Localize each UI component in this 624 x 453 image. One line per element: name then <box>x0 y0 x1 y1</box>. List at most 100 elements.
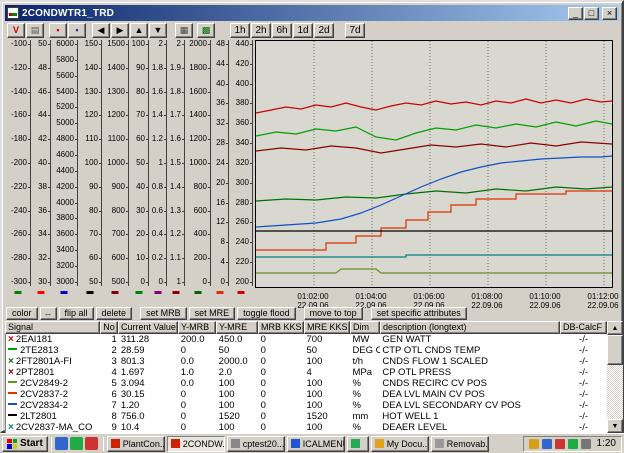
chart-view-button[interactable]: ▩ <box>197 23 215 38</box>
column-header-db-calcf[interactable]: DB-CalcF <box>560 321 607 334</box>
task-button-icalmenu[interactable]: ICALMENU <box>287 436 345 452</box>
mre-kks-cell: 100 <box>305 400 351 411</box>
db-calcf-cell: -/- <box>560 422 607 433</box>
column-header-y-mrb[interactable]: Y-MRB <box>178 321 216 334</box>
axis-tick-label: 46 <box>31 88 47 96</box>
db-calcf-cell: -/- <box>560 378 607 389</box>
minimize-button[interactable]: _ <box>568 7 583 20</box>
tray-icon-1[interactable] <box>529 439 539 449</box>
axis-tick-label: 0 <box>149 278 163 286</box>
tray-icon-4[interactable] <box>568 439 578 449</box>
signal-marker-x-icon: × <box>8 422 14 433</box>
table-view-button[interactable]: ▦ <box>175 23 193 38</box>
signal-row-2CV2837-MA_CO[interactable]: ×2CV2837-MA_CO910.401000100%DEAER LEVEL-… <box>6 422 607 433</box>
signal-row-2FT2801A-FI[interactable]: ×2FT2801A-FI3801.30.02000.00100t/hCNDS F… <box>6 356 607 367</box>
quick-launch-icon-2[interactable] <box>70 437 83 450</box>
time-range-1d-button[interactable]: 1d <box>293 23 313 38</box>
column-header-dim[interactable]: Dim <box>350 321 380 334</box>
time-range-2d-button[interactable]: 2d <box>314 23 334 38</box>
title-bar[interactable]: 2CONDWTR1_TRD _ □ × <box>5 5 619 21</box>
axis-tick-label: 440 <box>229 40 249 48</box>
axis-tick-label: -240 <box>5 207 27 215</box>
maximize-button[interactable]: □ <box>584 7 599 20</box>
mrb-kks-cell: 0 <box>259 400 305 411</box>
start-button[interactable]: Start <box>2 436 48 452</box>
signal-row-2CV2837-2[interactable]: 2CV2837-2630.1501000100%DEA LVL MAIN CV … <box>6 389 607 400</box>
step-back-button[interactable]: ◀ <box>92 23 110 38</box>
signal-row-2CV2834-2[interactable]: 2CV2834-271.2001000100%DEA LVL SECONDARY… <box>6 400 607 411</box>
column-header-mrb-kks[interactable]: MRB KKS <box>258 321 304 334</box>
grid-button[interactable]: ▤ <box>26 23 44 38</box>
task-app-icon <box>171 439 180 448</box>
column-header-mre-kks[interactable]: MRE KKS <box>304 321 350 334</box>
signal-row-2PT2801[interactable]: ×2PT280141.6971.02.004MPaCP OTL PRESS-/- <box>6 367 607 378</box>
swap-button[interactable]: ↔ <box>40 307 57 320</box>
time-range-1h-button[interactable]: 1h <box>230 23 250 38</box>
flip-all-button[interactable]: flip all <box>59 307 94 320</box>
y-axis-5: 150014001300120011001000900800700600500 <box>102 40 129 286</box>
set-mrb-button[interactable]: set MRB <box>140 307 187 320</box>
desktop: 2CONDWTR1_TRD _ □ × V▤▪▪◀▶▲▼▦▩1h2h6h1d2d… <box>0 0 624 453</box>
axis-tick-label: 1.3 <box>167 207 181 215</box>
move-to-top-button[interactable]: move to top <box>304 307 363 320</box>
start-label: Start <box>20 438 43 449</box>
signal-row-2TE2813[interactable]: 2TE2813228.59050050DEG CCTP OTL CNDS TEM… <box>6 345 607 356</box>
column-header-signal[interactable]: Signal <box>5 321 100 334</box>
tray-icons <box>529 439 594 449</box>
toggle-flood-button[interactable]: toggle flood <box>237 307 296 320</box>
zoom-in-button[interactable]: ▲ <box>130 23 148 38</box>
axis-tick-label: 1100 <box>102 135 125 143</box>
step-forward-button[interactable]: ▶ <box>111 23 129 38</box>
scrollbar-up-icon[interactable]: ▲ <box>607 321 623 335</box>
filter-button[interactable]: V <box>7 23 25 38</box>
column-header-y-mre[interactable]: Y-MRE <box>216 321 258 334</box>
signal-row-2CV2849-2[interactable]: 2CV2849-253.0940.01000100%CNDS RECIRC CV… <box>6 378 607 389</box>
table-scrollbar[interactable]: ▲ ▼ <box>607 321 623 433</box>
task-button-plantcon-[interactable]: PlantCon... <box>107 436 165 452</box>
trend-plot[interactable] <box>255 40 613 288</box>
set-mre-button[interactable]: set MRE <box>189 307 236 320</box>
dim-cell: % <box>350 378 380 389</box>
signal-row-2EAI181[interactable]: ×2EAI1811311.28200.0450.00700MWGEN WATT-… <box>6 334 607 345</box>
scrollbar-thumb[interactable] <box>607 335 623 365</box>
signal-marker-x-icon: × <box>8 356 14 367</box>
quick-launch-icon-3[interactable] <box>85 437 98 450</box>
scrollbar-down-icon[interactable]: ▼ <box>607 419 623 433</box>
y-axis-4: 1501401301201101009080706050 <box>78 40 102 286</box>
axis-tick-label: 80 <box>78 207 98 215</box>
time-range-7d-button[interactable]: 7d <box>345 23 365 38</box>
set-specific-attributes-button[interactable]: set specific attributes <box>371 307 467 320</box>
task-button-my-docu-[interactable]: My Docu... <box>371 436 429 452</box>
y-axis-labels: 6000580056005400520050004800460044004200… <box>51 40 77 286</box>
close-button[interactable]: × <box>602 7 617 20</box>
task-button-cptest20-[interactable]: cptest20... <box>227 436 285 452</box>
task-button-app[interactable] <box>347 436 369 452</box>
column-header-current-value[interactable]: Current Value <box>118 321 178 334</box>
column-header-description-longtext-[interactable]: description (longtext) <box>380 321 560 334</box>
axis-signal-marker <box>61 291 68 294</box>
time-range-2h-button[interactable]: 2h <box>251 23 271 38</box>
signal-row-2LT2801[interactable]: 2LT28018756.00152001520mmHOT WELL 1-/- <box>6 411 607 422</box>
tray-icon-5[interactable] <box>581 439 591 449</box>
quick-launch-icon-1[interactable] <box>55 437 68 450</box>
signal-cell: ×2CV2837-MA_CO <box>6 422 101 433</box>
color-button[interactable]: color <box>6 307 38 320</box>
scrollbar-track[interactable] <box>607 365 623 419</box>
axis-tick-label: 3000 <box>51 278 74 286</box>
delete-button[interactable]: delete <box>96 307 133 320</box>
axis-tick-label: 5600 <box>51 72 74 80</box>
axis-tick-label: 500 <box>102 278 125 286</box>
blue-pen-button[interactable]: ▪ <box>68 23 86 38</box>
tray-icon-2[interactable] <box>542 439 552 449</box>
tray-icon-3[interactable] <box>555 439 565 449</box>
mrb-kks-cell: 0 <box>259 334 305 345</box>
axis-tick-label: 60 <box>129 135 145 143</box>
task-button-2condw-[interactable]: 2CONDW... <box>167 436 225 452</box>
column-header-no[interactable]: No <box>100 321 118 334</box>
task-button-removab-[interactable]: Removab... <box>431 436 489 452</box>
red-pen-button[interactable]: ▪ <box>49 23 67 38</box>
axis-tick-label: 1000 <box>102 159 125 167</box>
zoom-out-button[interactable]: ▼ <box>149 23 167 38</box>
signal-marker-line-icon <box>8 414 17 416</box>
time-range-6h-button[interactable]: 6h <box>272 23 292 38</box>
